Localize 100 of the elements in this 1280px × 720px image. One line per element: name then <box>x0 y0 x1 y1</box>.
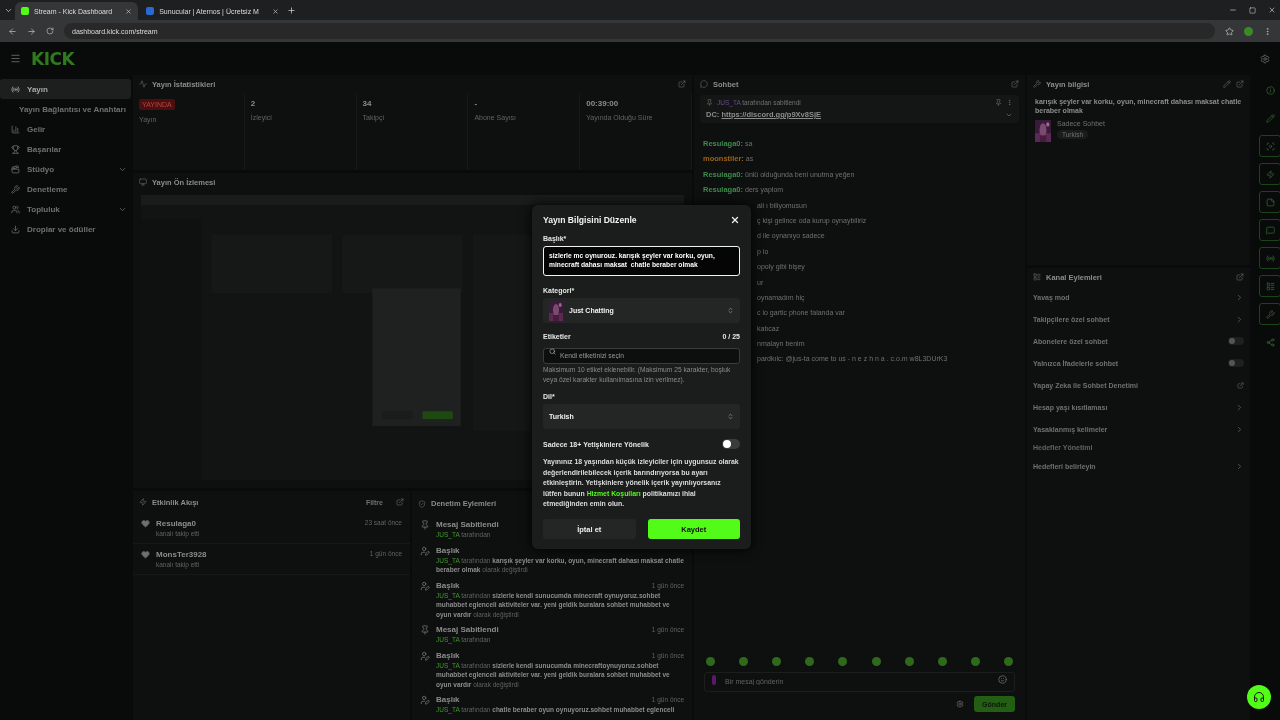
sidebar-item[interactable]: Topluluk <box>0 199 131 219</box>
note-icon[interactable] <box>1259 191 1280 213</box>
stat-value: 34 <box>362 99 372 108</box>
emote-icon[interactable] <box>805 657 815 666</box>
profile-avatar[interactable] <box>1244 26 1253 36</box>
pulse-icon <box>139 80 147 88</box>
heart-icon <box>141 550 150 559</box>
bar-chart-icon <box>11 124 20 134</box>
user-edit-icon <box>420 580 430 591</box>
menu-icon[interactable] <box>10 53 21 64</box>
minimize-icon[interactable] <box>1229 6 1237 14</box>
popout-icon[interactable] <box>396 498 404 506</box>
kick-logo[interactable]: KICK <box>31 48 75 69</box>
wrench-icon <box>1033 80 1041 88</box>
external-icon[interactable] <box>1237 381 1244 389</box>
sidebar-item[interactable]: Droplar ve ödüller <box>0 219 131 239</box>
clapperboard-icon <box>11 164 20 174</box>
users-icon <box>11 204 20 214</box>
reload-icon[interactable] <box>46 27 54 35</box>
list-icon[interactable] <box>1259 275 1280 297</box>
action-title: Mesaj Sabitlendi <box>436 520 499 529</box>
sidebar-item[interactable]: Başarılar <box>0 139 131 159</box>
emote-icon[interactable] <box>871 657 881 666</box>
emote-icon[interactable] <box>937 657 947 666</box>
stat-value: 00:39:00 <box>586 99 619 108</box>
emoji-icon[interactable] <box>998 675 1007 684</box>
sidebar-item[interactable]: Yayın <box>0 79 131 99</box>
pin-icon <box>706 99 713 106</box>
pin-icon <box>420 625 430 635</box>
wrench-icon <box>11 184 20 194</box>
focus-icon[interactable] <box>1259 135 1280 157</box>
close-button[interactable] <box>730 215 740 225</box>
chat-icon[interactable] <box>1259 219 1280 241</box>
emote-icon[interactable] <box>739 657 749 666</box>
settings-icon[interactable] <box>1260 53 1270 64</box>
chat-icon <box>700 80 708 88</box>
favicon <box>21 7 29 15</box>
menu-icon[interactable] <box>1263 26 1272 36</box>
trophy-icon <box>11 144 20 154</box>
popout-icon[interactable] <box>1236 273 1244 281</box>
toggle-switch[interactable] <box>722 439 740 450</box>
chevron-icon[interactable] <box>1235 292 1244 302</box>
stat-value: 2 <box>250 99 256 108</box>
event-user: MonsTer3928 <box>156 550 207 559</box>
action-title: Başlık <box>436 580 460 590</box>
back-icon[interactable] <box>8 26 17 36</box>
mic-icon <box>712 675 716 685</box>
toggle-switch[interactable] <box>1228 337 1244 345</box>
toggle-switch[interactable] <box>1228 359 1244 367</box>
emote-icon[interactable] <box>1004 657 1013 666</box>
favicon <box>146 7 155 15</box>
pencil-icon[interactable] <box>1223 80 1231 88</box>
bookmark-icon[interactable] <box>1225 26 1234 36</box>
lightning-icon <box>139 498 147 506</box>
chevron-icon[interactable] <box>1235 424 1244 434</box>
user-edit-icon <box>420 650 430 661</box>
close-icon[interactable] <box>271 7 279 15</box>
chevron-icon[interactable] <box>1235 314 1244 324</box>
new-tab-icon[interactable] <box>286 5 296 15</box>
close-icon[interactable] <box>1268 6 1276 14</box>
settings-icon[interactable] <box>956 700 965 708</box>
shield-icon <box>418 499 426 508</box>
emote-icon[interactable] <box>970 657 980 666</box>
forward-icon[interactable] <box>27 26 36 36</box>
lightning-icon[interactable] <box>1259 163 1280 185</box>
close-icon[interactable] <box>125 7 133 15</box>
emote-icon[interactable] <box>838 657 848 666</box>
sidebar-item[interactable]: Denetleme <box>0 179 131 199</box>
sidebar-item[interactable]: Yayın Bağlantısı ve Anahtarı <box>0 99 131 119</box>
popout-icon[interactable] <box>1236 80 1244 88</box>
stat-value: - <box>474 99 478 108</box>
event-user: Resulaga0 <box>156 519 197 528</box>
wrench-icon[interactable] <box>1259 303 1280 325</box>
action-title: Başlık <box>436 650 460 660</box>
chevron-icon[interactable] <box>1235 461 1244 471</box>
download-icon <box>11 224 20 234</box>
user-edit-icon <box>420 695 430 705</box>
sidebar-item[interactable]: Stüdyo <box>0 159 131 179</box>
popout-icon[interactable] <box>1011 80 1019 88</box>
chevron-icon[interactable] <box>1235 402 1244 412</box>
broadcast-icon[interactable] <box>1259 247 1280 269</box>
pin-icon <box>420 520 430 530</box>
maximize-icon[interactable] <box>1249 6 1256 14</box>
sidebar-item[interactable]: Gelir <box>0 119 131 139</box>
user-edit-icon <box>420 545 430 556</box>
list-icon <box>1033 273 1041 281</box>
emote-icon[interactable] <box>772 657 782 666</box>
sort-arrows-icon <box>727 307 734 314</box>
headset-icon <box>1253 691 1265 703</box>
popout-icon[interactable] <box>678 80 686 88</box>
emote-icon[interactable] <box>706 657 715 666</box>
broadcast-icon <box>11 84 20 94</box>
support-button[interactable] <box>1247 685 1271 709</box>
unpin-icon[interactable] <box>995 99 1002 106</box>
sort-arrows-icon <box>727 413 734 421</box>
action-title: Mesaj Sabitlendi <box>436 625 499 634</box>
action-title: Başlık <box>436 695 460 704</box>
emote-icon[interactable] <box>904 657 914 666</box>
screen-icon <box>139 178 147 186</box>
action-title: Başlık <box>436 545 460 555</box>
